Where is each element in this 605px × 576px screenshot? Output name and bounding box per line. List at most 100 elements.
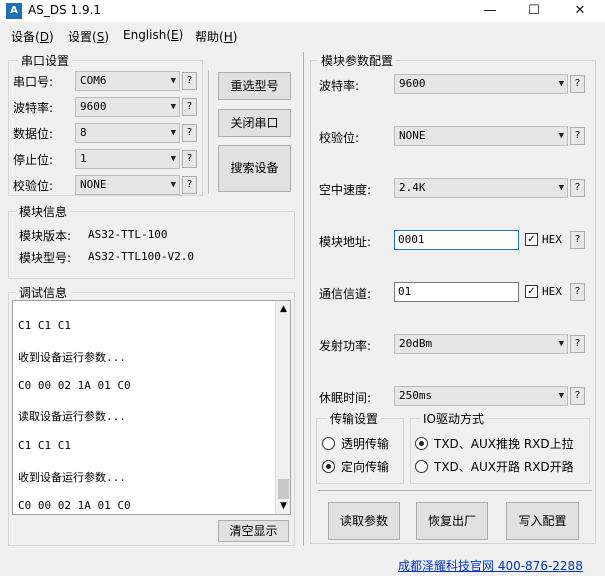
debug-line: 读取设备运行参数... [18, 410, 126, 423]
opendrain-radio[interactable] [415, 460, 428, 473]
debug-line: C1 C1 C1 [18, 319, 71, 332]
close-port-button[interactable]: 关闭串口 [218, 109, 291, 137]
menu-help[interactable]: 帮助(H) [195, 28, 237, 45]
separator [208, 70, 209, 194]
window-title: AS_DS 1.9.1 [28, 3, 102, 17]
debug-line: 收到设备运行参数... [18, 471, 126, 484]
data-bits-label: 数据位: [13, 127, 54, 141]
transparent-label[interactable]: 透明传输 [341, 435, 389, 452]
transparent-radio[interactable] [322, 437, 335, 450]
baud-label: 波特率: [13, 101, 54, 115]
module-model-label: 模块型号: [19, 251, 72, 265]
pushpull-label[interactable]: TXD、AUX推挽 RXD上拉 [434, 435, 574, 452]
param-parity-label: 校验位: [319, 131, 360, 145]
data-bits-select[interactable]: 8 ▼ [75, 123, 180, 143]
data-bits-help-button[interactable]: ? [182, 124, 197, 142]
param-baud-help-button[interactable]: ? [570, 75, 585, 93]
module-address-input[interactable]: 0001 [394, 230, 519, 250]
menu-bar: 设备(D) 设置(S) English(E) 帮助(H) [0, 24, 605, 48]
port-label: 串口号: [13, 75, 54, 89]
write-config-button[interactable]: 写入配置 [506, 502, 579, 540]
debug-line: 收到设备运行参数... [18, 351, 126, 364]
pushpull-radio[interactable] [415, 437, 428, 450]
stop-bits-select[interactable]: 1 ▼ [75, 149, 180, 169]
address-help-button[interactable]: ? [570, 231, 585, 249]
debug-line: C1 C1 C1 [18, 439, 71, 452]
debug-scrollbar[interactable]: ▲ ▼ [275, 301, 290, 514]
parity-label: 校验位: [13, 179, 54, 193]
chevron-down-icon: ▼ [558, 391, 564, 401]
module-address-label: 模块地址: [319, 235, 372, 249]
sleep-time-help-button[interactable]: ? [570, 387, 585, 405]
directed-radio[interactable] [322, 460, 335, 473]
restore-defaults-button[interactable]: 恢复出厂 [416, 502, 488, 540]
close-button[interactable]: ✕ [557, 0, 603, 22]
port-select[interactable]: COM6 ▼ [75, 71, 180, 91]
read-params-button[interactable]: 读取参数 [328, 502, 400, 540]
clear-display-button[interactable]: 清空显示 [218, 520, 289, 542]
debug-line: C0 00 02 1A 01 C0 [18, 379, 131, 392]
minimize-button[interactable]: — [467, 0, 513, 22]
scroll-down-icon[interactable]: ▼ [280, 501, 287, 511]
transfer-settings-title: 传输设置 [327, 410, 382, 427]
address-hex-label: HEX [542, 233, 562, 246]
baud-help-button[interactable]: ? [182, 98, 197, 116]
sleep-time-label: 休眠时间: [319, 391, 372, 405]
module-model-value: AS32-TTL100-V2.0 [88, 250, 194, 263]
maximize-button[interactable]: ☐ [511, 0, 557, 22]
sleep-time-select[interactable]: 250ms ▼ [394, 386, 568, 406]
scroll-up-icon[interactable]: ▲ [280, 304, 287, 314]
air-speed-help-button[interactable]: ? [570, 179, 585, 197]
address-hex-checkbox[interactable]: ✓ [525, 233, 538, 246]
stop-bits-label: 停止位: [13, 153, 54, 167]
air-speed-select[interactable]: 2.4K ▼ [394, 178, 568, 198]
directed-label[interactable]: 定向传输 [341, 458, 389, 475]
chevron-down-icon: ▼ [170, 154, 176, 164]
serial-settings-title: 串口设置 [18, 52, 73, 69]
opendrain-label[interactable]: TXD、AUX开路 RXD开路 [434, 458, 574, 475]
tx-power-label: 发射功率: [319, 339, 372, 353]
scrollbar-thumb[interactable] [278, 479, 289, 499]
channel-input[interactable]: 01 [394, 282, 519, 302]
channel-help-button[interactable]: ? [570, 283, 585, 301]
menu-settings[interactable]: 设置(S) [68, 28, 109, 45]
reselect-model-button[interactable]: 重选型号 [218, 72, 291, 100]
search-device-button[interactable]: 搜索设备 [218, 145, 291, 192]
module-info-title: 模块信息 [16, 203, 71, 220]
param-baud-select[interactable]: 9600 ▼ [394, 74, 568, 94]
channel-label: 通信信道: [319, 287, 372, 301]
module-version-value: AS32-TTL-100 [88, 228, 168, 241]
module-info-group [8, 211, 295, 279]
menu-english[interactable]: English(E) [123, 28, 183, 42]
tx-power-help-button[interactable]: ? [570, 335, 585, 353]
io-drive-title: IO驱动方式 [420, 410, 487, 427]
baud-select[interactable]: 9600 ▼ [75, 97, 180, 117]
channel-hex-checkbox[interactable]: ✓ [525, 285, 538, 298]
param-parity-select[interactable]: NONE ▼ [394, 126, 568, 146]
parity-select[interactable]: NONE ▼ [75, 175, 180, 195]
chevron-down-icon: ▼ [558, 79, 564, 89]
debug-info-title: 调试信息 [16, 284, 71, 301]
air-speed-label: 空中速度: [319, 183, 372, 197]
chevron-down-icon: ▼ [170, 76, 176, 86]
port-help-button[interactable]: ? [182, 72, 197, 90]
param-parity-help-button[interactable]: ? [570, 127, 585, 145]
stop-bits-help-button[interactable]: ? [182, 150, 197, 168]
menu-device[interactable]: 设备(D) [11, 28, 54, 45]
title-bar: A AS_DS 1.9.1 — ☐ ✕ [0, 0, 605, 22]
module-params-title: 模块参数配置 [318, 52, 397, 69]
app-icon: A [6, 3, 22, 19]
website-link[interactable]: 成都泽耀科技官网 400-876-2288 [398, 557, 583, 574]
debug-output[interactable]: C1 C1 C1 收到设备运行参数... C0 00 02 1A 01 C0 读… [12, 300, 291, 515]
chevron-down-icon: ▼ [558, 183, 564, 193]
panel-divider [303, 52, 304, 546]
debug-line: C0 00 02 1A 01 C0 [18, 499, 131, 512]
chevron-down-icon: ▼ [170, 128, 176, 138]
parity-help-button[interactable]: ? [182, 176, 197, 194]
chevron-down-icon: ▼ [170, 180, 176, 190]
chevron-down-icon: ▼ [558, 131, 564, 141]
chevron-down-icon: ▼ [558, 339, 564, 349]
module-version-label: 模块版本: [19, 229, 72, 243]
channel-hex-label: HEX [542, 285, 562, 298]
tx-power-select[interactable]: 20dBm ▼ [394, 334, 568, 354]
